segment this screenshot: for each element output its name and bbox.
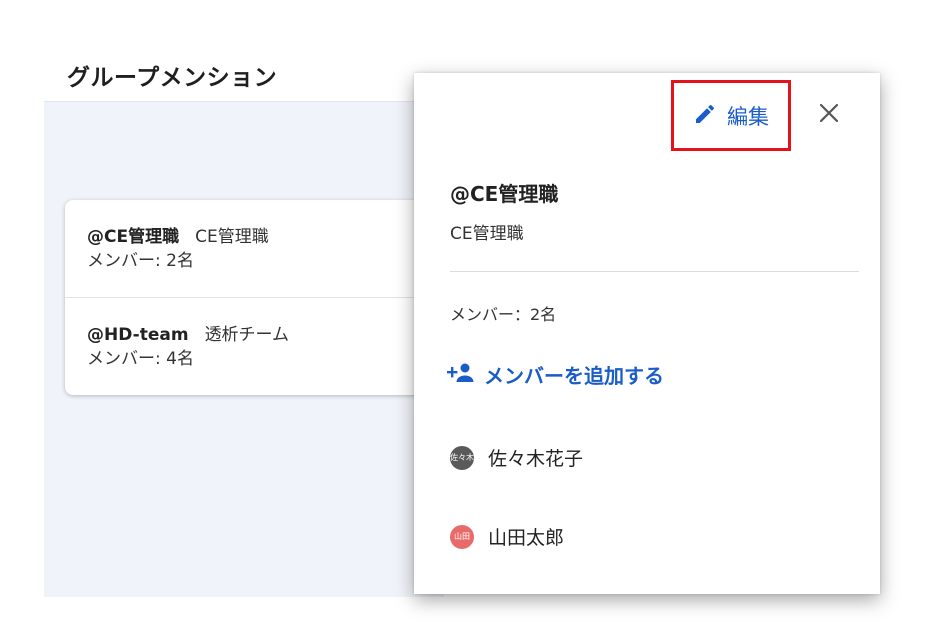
edit-button[interactable]: 編集 — [671, 80, 791, 151]
detail-member-count: メンバー：2名 — [450, 305, 557, 324]
page-title: グループメンション — [67, 65, 278, 91]
avatar: 佐々木 — [450, 445, 474, 470]
member-name: 山田太郎 — [488, 527, 565, 549]
group-handle: @CE管理職 — [87, 227, 180, 247]
avatar: 山田 — [450, 524, 474, 549]
edit-label: 編集 — [727, 104, 769, 129]
group-title-line: @HD-team 透析チーム — [87, 323, 445, 347]
group-name: 透析チーム — [204, 325, 290, 345]
group-item-ce[interactable]: @CE管理職 CE管理職 メンバー: 2名 — [65, 200, 445, 297]
group-name: CE管理職 — [195, 227, 269, 247]
member-item[interactable]: 山田 山田太郎 — [450, 523, 564, 550]
close-icon — [818, 102, 840, 128]
group-handle: @HD-team — [87, 325, 189, 345]
member-item[interactable]: 佐々木 佐々木花子 — [450, 444, 583, 471]
member-name: 佐々木花子 — [488, 448, 584, 470]
group-item-hd-team[interactable]: @HD-team 透析チーム メンバー: 4名 — [65, 297, 445, 394]
group-title-line: @CE管理職 CE管理職 — [87, 225, 445, 249]
group-member-count: メンバー: 2名 — [87, 251, 194, 271]
divider — [450, 271, 859, 272]
group-list: @CE管理職 CE管理職 メンバー: 2名 @HD-team 透析チーム メンバー:… — [65, 200, 445, 395]
pencil-icon — [693, 102, 717, 130]
detail-group-handle: @CE管理職 — [450, 182, 559, 206]
detail-group-name: CE管理職 — [450, 224, 524, 244]
group-member-count: メンバー: 4名 — [87, 349, 194, 369]
person-add-icon — [446, 362, 474, 388]
group-detail-panel: 編集 @CE管理職 CE管理職 メンバー：2名 メンバーを追加する 佐々木 佐々… — [414, 73, 880, 594]
add-member-label: メンバーを追加する — [484, 364, 664, 388]
add-member-button[interactable]: メンバーを追加する — [446, 360, 664, 389]
close-button[interactable] — [812, 98, 846, 132]
